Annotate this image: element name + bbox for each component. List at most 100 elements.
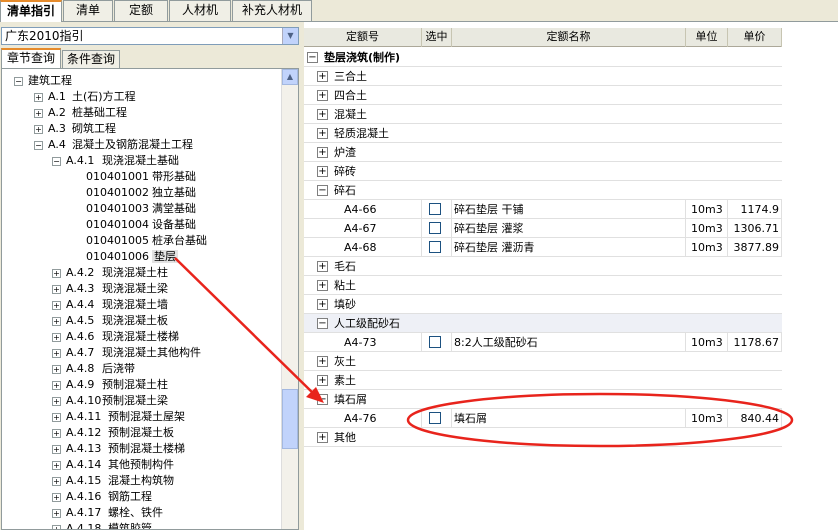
tree-node-subsection[interactable]: + A.4.9 预制混凝土柱 [52, 377, 168, 393]
tree-node-subsection[interactable]: + A.4.2 现浇混凝土柱 [52, 265, 168, 281]
tree-scrollbar[interactable]: ▲ [281, 69, 298, 529]
tab-supplementary[interactable]: 补充人材机 [232, 0, 312, 21]
expand-icon[interactable]: + [317, 261, 328, 272]
expand-icon[interactable]: + [52, 268, 61, 278]
group-row-stone[interactable]: − 填石屑 [304, 390, 782, 409]
group-row[interactable]: + 毛石 [304, 257, 782, 276]
expand-icon[interactable]: + [52, 476, 61, 486]
tree-node-section[interactable]: − A.4 混凝土及钢筋混凝土工程 [34, 137, 193, 153]
expand-icon[interactable]: + [52, 524, 61, 529]
tab-condition-query[interactable]: 条件查询 [62, 50, 120, 68]
expand-icon[interactable]: + [52, 428, 61, 438]
group-row[interactable]: + 灰土 [304, 352, 782, 371]
collapse-icon[interactable]: − [307, 52, 318, 63]
tree-node-subsection[interactable]: − A.4.1 现浇混凝土基础 [52, 153, 179, 169]
col-header-unit[interactable]: 单位 [686, 28, 728, 47]
tree-node-subsection[interactable]: + A.4.7 现浇混凝土其他构件 [52, 345, 201, 361]
tree-node-subsection[interactable]: + A.4.17 螺栓、铁件 [52, 505, 163, 521]
tab-labor-material[interactable]: 人材机 [169, 0, 231, 21]
expand-icon[interactable]: + [317, 90, 328, 101]
expand-icon[interactable]: + [52, 332, 61, 342]
tree-leaf[interactable]: 010401001 带形基础 [86, 169, 196, 185]
group-row-gravel[interactable]: − 碎石 [304, 181, 782, 200]
tree-node-subsection[interactable]: + A.4.16 钢筋工程 [52, 489, 152, 505]
expand-icon[interactable]: + [34, 92, 43, 102]
expand-icon[interactable]: + [34, 124, 43, 134]
group-row[interactable]: + 三合土 [304, 67, 782, 86]
expand-icon[interactable]: + [52, 380, 61, 390]
scroll-thumb[interactable] [282, 389, 298, 449]
collapse-icon[interactable]: − [317, 185, 328, 196]
expand-icon[interactable]: + [317, 280, 328, 291]
group-row[interactable]: + 粘土 [304, 276, 782, 295]
expand-icon[interactable]: + [317, 128, 328, 139]
tab-chapter-query[interactable]: 章节查询 [1, 48, 61, 68]
group-row[interactable]: + 素土 [304, 371, 782, 390]
expand-icon[interactable]: + [52, 396, 61, 406]
select-checkbox[interactable] [429, 412, 441, 424]
col-header-code[interactable]: 定额号 [304, 28, 422, 47]
group-row[interactable]: + 混凝土 [304, 105, 782, 124]
tree-node-subsection[interactable]: + A.4.3 现浇混凝土梁 [52, 281, 168, 297]
group-row[interactable]: + 轻质混凝土 [304, 124, 782, 143]
expand-icon[interactable]: + [317, 299, 328, 310]
tree-node-subsection[interactable]: + A.4.6 现浇混凝土楼梯 [52, 329, 179, 345]
tree-node-subsection[interactable]: + A.4.4 现浇混凝土墙 [52, 297, 168, 313]
tree-leaf[interactable]: 010401002 独立基础 [86, 185, 196, 201]
quota-row[interactable]: A4-68 碎石垫层 灌沥青 10m3 3877.89 [304, 238, 782, 257]
scroll-up-icon[interactable]: ▲ [282, 69, 298, 85]
group-row[interactable]: + 碎砖 [304, 162, 782, 181]
group-row[interactable]: + 炉渣 [304, 143, 782, 162]
expand-icon[interactable]: + [317, 432, 328, 443]
expand-icon[interactable]: + [317, 166, 328, 177]
expand-icon[interactable]: + [52, 460, 61, 470]
collapse-icon[interactable]: − [317, 318, 328, 329]
collapse-icon[interactable]: − [34, 140, 43, 150]
tree-node-subsection[interactable]: + A.4.12 预制混凝土板 [52, 425, 174, 441]
group-row[interactable]: + 其他 [304, 428, 782, 447]
expand-icon[interactable]: + [34, 108, 43, 118]
select-checkbox[interactable] [429, 203, 441, 215]
expand-icon[interactable]: + [52, 284, 61, 294]
tree-leaf-selected[interactable]: 010401006 垫层 [86, 249, 178, 265]
tree-leaf[interactable]: 010401003 满堂基础 [86, 201, 196, 217]
expand-icon[interactable]: + [52, 412, 61, 422]
col-header-select[interactable]: 选中 [422, 28, 452, 47]
guide-dropdown[interactable]: 广东2010指引 ▼ [1, 27, 299, 45]
expand-icon[interactable]: + [317, 147, 328, 158]
col-header-name[interactable]: 定额名称 [452, 28, 686, 47]
tree-node-subsection[interactable]: + A.4.5 现浇混凝土板 [52, 313, 168, 329]
tree-node-subsection[interactable]: + A.4.14 其他预制构件 [52, 457, 174, 473]
group-row-top[interactable]: − 垫层浇筑(制作) [304, 48, 782, 67]
expand-icon[interactable]: + [317, 375, 328, 386]
tree-node-subsection[interactable]: + A.4.18 模筑胶管 [52, 521, 152, 529]
tree-node-subsection[interactable]: + A.4.10预制混凝土梁 [52, 393, 168, 409]
quota-row[interactable]: A4-76 填石屑 10m3 840.44 [304, 409, 782, 428]
tab-bill-guide[interactable]: 清单指引 [0, 0, 62, 22]
expand-icon[interactable]: + [52, 444, 61, 454]
tree-node-subsection[interactable]: + A.4.15 混凝土构筑物 [52, 473, 174, 489]
expand-icon[interactable]: + [52, 300, 61, 310]
tree-node-section[interactable]: + A.3 砌筑工程 [34, 121, 116, 137]
col-header-price[interactable]: 单价 [728, 28, 782, 47]
collapse-icon[interactable]: − [52, 156, 61, 166]
select-checkbox[interactable] [429, 336, 441, 348]
tree-node-section[interactable]: + A.1 土(石)方工程 [34, 89, 136, 105]
collapse-icon[interactable]: − [14, 76, 23, 86]
select-checkbox[interactable] [429, 241, 441, 253]
group-row-graded[interactable]: − 人工级配砂石 [304, 314, 782, 333]
tree-node-subsection[interactable]: + A.4.13 预制混凝土楼梯 [52, 441, 185, 457]
expand-icon[interactable]: + [317, 71, 328, 82]
expand-icon[interactable]: + [52, 364, 61, 374]
tree-leaf[interactable]: 010401004 设备基础 [86, 217, 196, 233]
group-row[interactable]: + 四合土 [304, 86, 782, 105]
expand-icon[interactable]: + [52, 316, 61, 326]
chevron-down-icon[interactable]: ▼ [282, 28, 298, 44]
expand-icon[interactable]: + [317, 356, 328, 367]
tab-quota[interactable]: 定额 [114, 0, 168, 21]
tab-bill[interactable]: 清单 [63, 0, 113, 21]
quota-row[interactable]: A4-67 碎石垫层 灌浆 10m3 1306.71 [304, 219, 782, 238]
quota-row[interactable]: A4-73 8:2人工级配砂石 10m3 1178.67 [304, 333, 782, 352]
collapse-icon[interactable]: − [317, 394, 328, 405]
expand-icon[interactable]: + [52, 508, 61, 518]
